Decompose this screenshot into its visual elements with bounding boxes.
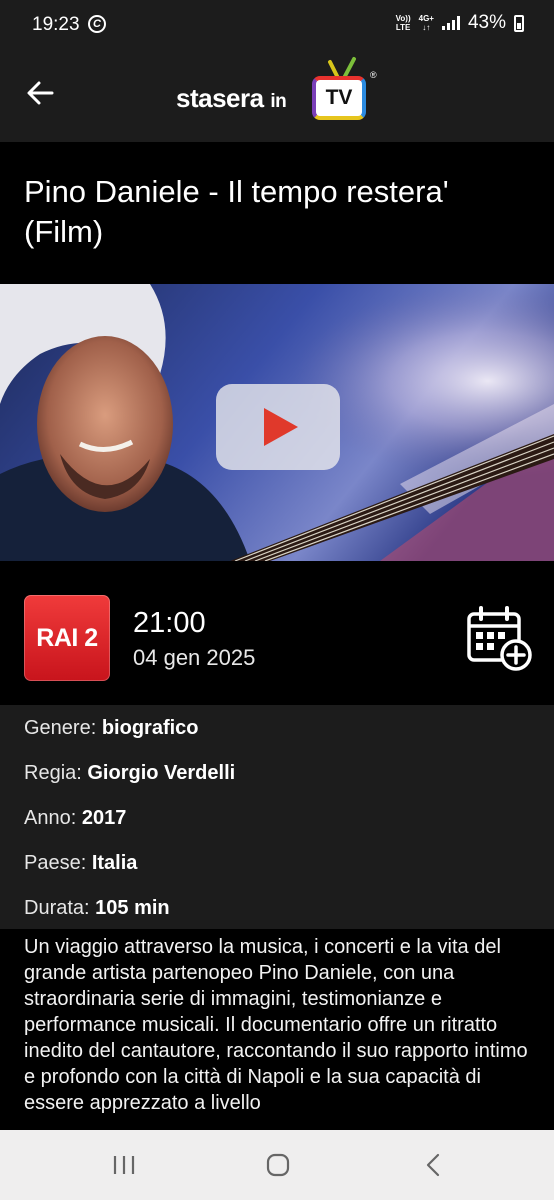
logo-main-text: stasera — [176, 83, 264, 113]
network-arrows: ↓↑ — [422, 23, 431, 32]
channel-name: RAI 2 — [36, 623, 98, 652]
program-description: Un viaggio attraverso la musica, i conce… — [24, 936, 528, 1114]
year-row: Anno: 2017 — [24, 807, 126, 830]
volte-icon: Vo)) LTE — [396, 14, 411, 32]
signal-icon — [441, 16, 460, 30]
battery-icon — [514, 14, 524, 32]
stasera-in-tv-logo: stasera in TV ® — [176, 56, 386, 132]
director-value: Giorgio Verdelli — [87, 762, 236, 784]
country-label: Paese: — [24, 852, 87, 874]
recent-apps-icon[interactable] — [104, 1150, 144, 1180]
air-time: 21:00 — [133, 607, 206, 639]
logo-registered-mark: ® — [370, 70, 377, 80]
calendar-add-icon[interactable] — [466, 605, 532, 671]
home-icon[interactable] — [258, 1150, 298, 1180]
system-navigation-bar — [0, 1130, 554, 1200]
logo-tv-text: TV — [325, 86, 353, 109]
arrow-left-icon[interactable] — [24, 76, 58, 110]
battery-percent: 43% — [467, 12, 506, 33]
volte-bottom: LTE — [395, 23, 411, 32]
duration-label: Durata: — [24, 897, 90, 919]
country-row: Paese: Italia — [24, 852, 137, 875]
logo-in-text: in — [270, 91, 287, 112]
logo-text: stasera in — [176, 83, 287, 114]
status-indicators: Vo)) LTE 4G+ ↓↑ 43% — [396, 12, 524, 34]
channel-logo: RAI 2 — [24, 595, 110, 681]
genre-label: Genere: — [24, 717, 97, 739]
network-type: 4G+ — [418, 14, 434, 23]
title-section: Pino Daniele - Il tempo restera' (Film) — [0, 142, 554, 284]
program-title: Pino Daniele - Il tempo restera' (Film) — [24, 174, 449, 249]
genre-row: Genere: biografico — [24, 717, 199, 740]
year-label: Anno: — [24, 807, 77, 829]
air-date: 04 gen 2025 — [133, 645, 256, 670]
c-notification-icon: C — [88, 15, 106, 33]
duration-value: 105 min — [95, 897, 170, 919]
country-value: Italia — [91, 852, 138, 874]
status-bar: 19:23 C Vo)) LTE 4G+ ↓↑ 43% — [0, 0, 554, 42]
status-time: 19:23 — [32, 14, 80, 35]
genre-value: biografico — [101, 717, 199, 739]
director-label: Regia: — [24, 762, 82, 784]
tv-logo-box: TV — [312, 76, 366, 120]
schedule-section: RAI 2 21:00 04 gen 2025 — [0, 561, 554, 705]
play-button[interactable] — [216, 384, 340, 470]
director-row: Regia: Giorgio Verdelli — [24, 762, 235, 785]
app-header: stasera in TV ® — [0, 42, 554, 142]
volte-top: Vo)) — [395, 14, 411, 23]
video-thumbnail[interactable] — [0, 284, 554, 561]
duration-row: Durata: 105 min — [24, 897, 170, 920]
network-icon: 4G+ ↓↑ — [419, 14, 434, 32]
year-value: 2017 — [81, 807, 127, 829]
back-nav-icon[interactable] — [414, 1150, 454, 1180]
program-details: Genere: biografico Regia: Giorgio Verdel… — [0, 705, 554, 929]
